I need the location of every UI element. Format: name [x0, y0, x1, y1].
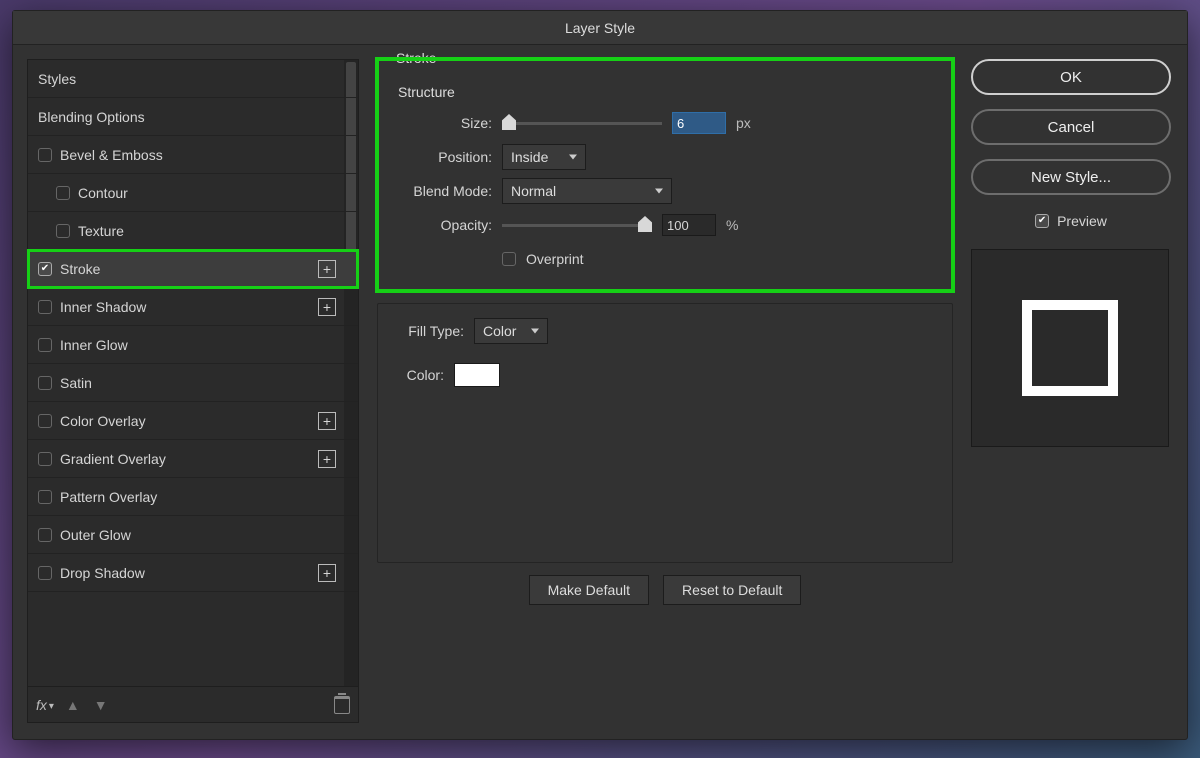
add-effect-icon[interactable]: +: [318, 412, 336, 430]
sidebar-header-blending[interactable]: Blending Options: [28, 98, 358, 136]
effect-checkbox[interactable]: [38, 452, 52, 466]
main-panel: Stroke Structure Size: px Position: Insi…: [377, 59, 953, 723]
effect-checkbox[interactable]: [38, 262, 52, 276]
sidebar-item-label: Outer Glow: [60, 527, 131, 543]
ok-button[interactable]: OK: [971, 59, 1171, 95]
sidebar-item-color-overlay[interactable]: Color Overlay +: [28, 402, 358, 440]
opacity-unit: %: [726, 217, 738, 233]
effect-checkbox[interactable]: [38, 376, 52, 390]
overprint-checkbox[interactable]: [502, 252, 516, 266]
opacity-slider[interactable]: [502, 218, 652, 232]
sidebar-item-label: Pattern Overlay: [60, 489, 157, 505]
sidebar-header-styles[interactable]: Styles: [28, 60, 358, 98]
position-label: Position:: [392, 149, 492, 165]
dialog-titlebar: Layer Style: [13, 11, 1187, 45]
stroke-structure-group: Stroke Structure Size: px Position: Insi…: [377, 59, 953, 291]
dialog-title: Layer Style: [565, 20, 635, 36]
overprint-label: Overprint: [526, 251, 584, 267]
sidebar-item-label: Inner Glow: [60, 337, 128, 353]
add-effect-icon[interactable]: +: [318, 260, 336, 278]
sidebar-header-label: Blending Options: [38, 109, 145, 125]
sidebar-item-label: Gradient Overlay: [60, 451, 166, 467]
layer-style-dialog: Layer Style Styles Blending Options Beve…: [12, 10, 1188, 740]
sidebar-item-label: Stroke: [60, 261, 100, 277]
sidebar-item-bevel-emboss[interactable]: Bevel & Emboss: [28, 136, 358, 174]
effect-checkbox[interactable]: [38, 566, 52, 580]
opacity-input[interactable]: [662, 214, 716, 236]
size-slider[interactable]: [502, 116, 662, 130]
sidebar-item-stroke[interactable]: Stroke +: [28, 250, 358, 288]
effect-checkbox[interactable]: [56, 224, 70, 238]
trash-icon[interactable]: [334, 696, 350, 714]
sidebar-footer: fx▾ ▲ ▼: [27, 687, 359, 723]
blendmode-value: Normal: [511, 183, 556, 199]
filltype-label: Fill Type:: [392, 323, 464, 339]
sidebar-item-label: Drop Shadow: [60, 565, 145, 581]
preview-label: Preview: [1057, 213, 1107, 229]
add-effect-icon[interactable]: +: [318, 564, 336, 582]
blendmode-select[interactable]: Normal: [502, 178, 672, 204]
filltype-value: Color: [483, 323, 516, 339]
position-select[interactable]: Inside: [502, 144, 586, 170]
color-label: Color:: [392, 367, 444, 383]
sidebar-item-satin[interactable]: Satin: [28, 364, 358, 402]
sidebar-item-inner-shadow[interactable]: Inner Shadow +: [28, 288, 358, 326]
effect-checkbox[interactable]: [38, 338, 52, 352]
sidebar-header-label: Styles: [38, 71, 76, 87]
add-effect-icon[interactable]: +: [318, 298, 336, 316]
sidebar-item-label: Inner Shadow: [60, 299, 146, 315]
color-swatch[interactable]: [454, 363, 500, 387]
reset-default-button[interactable]: Reset to Default: [663, 575, 801, 605]
sidebar-item-label: Contour: [78, 185, 128, 201]
sidebar-item-label: Bevel & Emboss: [60, 147, 163, 163]
preview-checkbox[interactable]: [1035, 214, 1049, 228]
panel-title: Stroke: [390, 50, 442, 66]
cancel-button[interactable]: Cancel: [971, 109, 1171, 145]
sidebar-item-drop-shadow[interactable]: Drop Shadow +: [28, 554, 358, 592]
right-column: OK Cancel New Style... Preview: [971, 59, 1171, 723]
structure-title: Structure: [392, 84, 938, 100]
sidebar-item-label: Satin: [60, 375, 92, 391]
sidebar-item-contour[interactable]: Contour: [28, 174, 358, 212]
size-input[interactable]: [672, 112, 726, 134]
add-effect-icon[interactable]: +: [318, 450, 336, 468]
sidebar-item-label: Color Overlay: [60, 413, 146, 429]
new-style-button[interactable]: New Style...: [971, 159, 1171, 195]
effect-checkbox[interactable]: [38, 414, 52, 428]
preview-thumbnail: [971, 249, 1169, 447]
opacity-label: Opacity:: [392, 217, 492, 233]
blendmode-label: Blend Mode:: [392, 183, 492, 199]
preview-sample: [1022, 300, 1118, 396]
effect-checkbox[interactable]: [38, 148, 52, 162]
position-value: Inside: [511, 149, 548, 165]
filltype-select[interactable]: Color: [474, 318, 548, 344]
fill-group: Fill Type: Color Color:: [377, 303, 953, 563]
sidebar-item-texture[interactable]: Texture: [28, 212, 358, 250]
effect-checkbox[interactable]: [38, 490, 52, 504]
size-unit: px: [736, 115, 751, 131]
size-label: Size:: [392, 115, 492, 131]
sidebar-item-gradient-overlay[interactable]: Gradient Overlay +: [28, 440, 358, 478]
move-down-icon[interactable]: ▼: [94, 697, 108, 713]
fx-menu-button[interactable]: fx▾: [36, 697, 52, 713]
make-default-button[interactable]: Make Default: [529, 575, 649, 605]
sidebar-item-label: Texture: [78, 223, 124, 239]
effect-checkbox[interactable]: [38, 528, 52, 542]
effects-sidebar: Styles Blending Options Bevel & Emboss Co…: [27, 59, 359, 687]
effect-checkbox[interactable]: [38, 300, 52, 314]
move-up-icon[interactable]: ▲: [66, 697, 80, 713]
effect-checkbox[interactable]: [56, 186, 70, 200]
sidebar-item-inner-glow[interactable]: Inner Glow: [28, 326, 358, 364]
sidebar-item-outer-glow[interactable]: Outer Glow: [28, 516, 358, 554]
sidebar-item-pattern-overlay[interactable]: Pattern Overlay: [28, 478, 358, 516]
